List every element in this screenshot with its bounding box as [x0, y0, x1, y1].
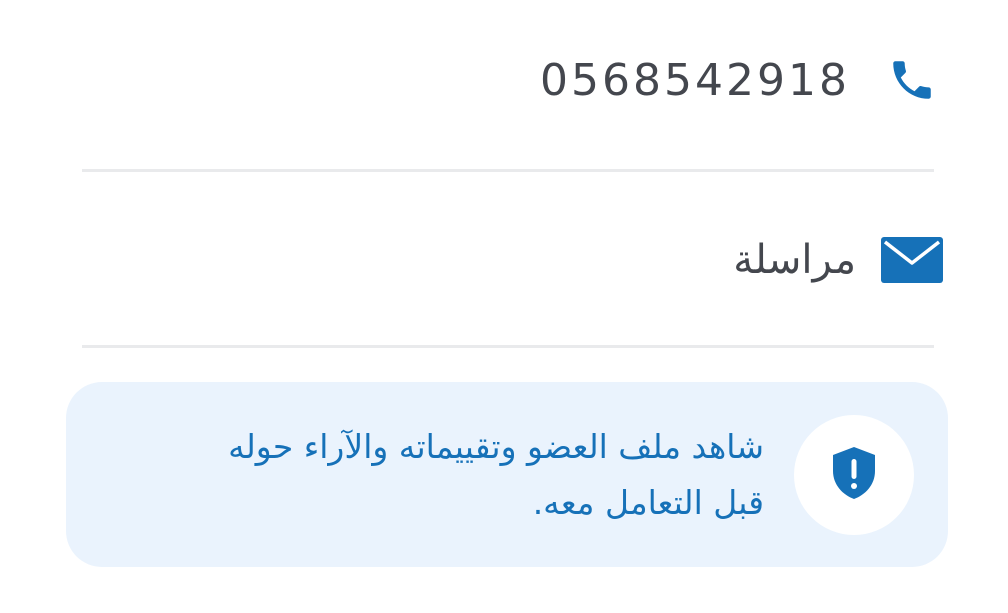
contact-panel: 0568542918 مراسلة شاهد ملف العضو وتقييما…	[0, 0, 1008, 613]
notice-line-2: قبل التعامل معه.	[532, 482, 764, 522]
divider	[82, 345, 934, 348]
notice-text: شاهد ملف العضو وتقييماته والآراء حوله قب…	[104, 419, 764, 531]
profile-notice-card: شاهد ملف العضو وتقييماته والآراء حوله قب…	[66, 382, 948, 567]
send-message-row[interactable]: مراسلة	[82, 220, 943, 300]
notice-line-1: شاهد ملف العضو وتقييماته والآراء حوله	[228, 426, 764, 466]
shield-alert-icon	[829, 445, 879, 505]
message-label: مراسلة	[733, 237, 856, 283]
call-phone-row[interactable]: 0568542918	[82, 40, 934, 120]
phone-number: 0568542918	[540, 54, 850, 106]
phone-icon	[872, 55, 952, 105]
divider	[82, 169, 934, 172]
shield-badge	[794, 414, 914, 535]
envelope-icon	[872, 237, 952, 283]
